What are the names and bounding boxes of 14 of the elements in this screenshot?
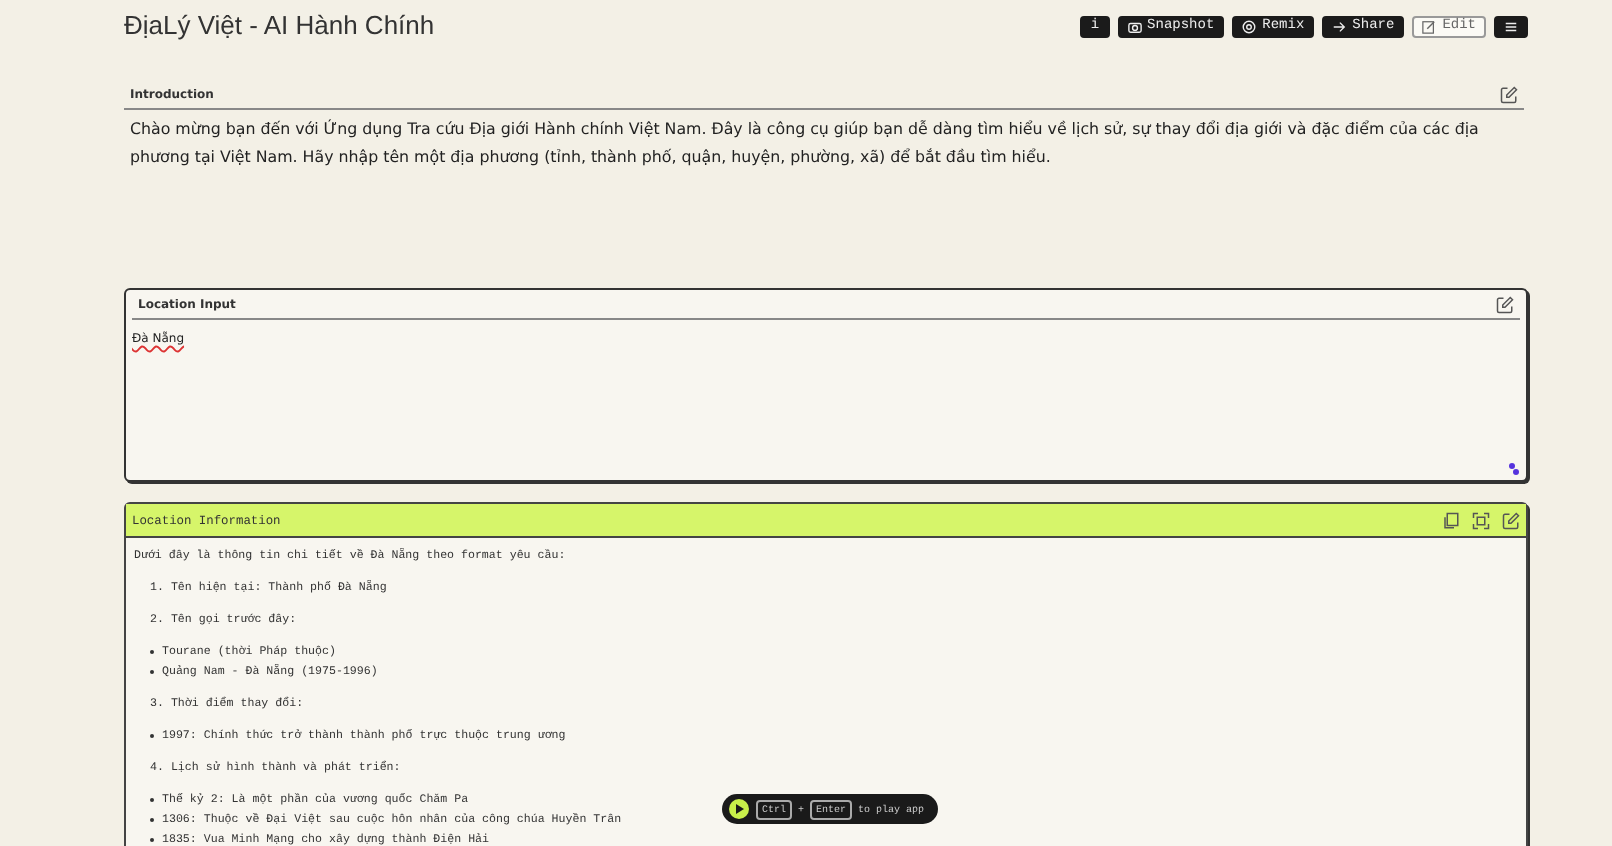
edit-icon[interactable]: [1500, 85, 1518, 103]
remix-icon: [1242, 19, 1257, 33]
edit-icon[interactable]: [1502, 511, 1520, 529]
resize-handle-icon[interactable]: [1508, 462, 1520, 476]
play-icon[interactable]: [728, 798, 750, 820]
camera-icon: [1127, 19, 1142, 33]
copy-icon[interactable]: [1442, 511, 1460, 529]
menu-button[interactable]: [1494, 15, 1528, 37]
menu-icon: [1504, 19, 1518, 33]
edit-icon[interactable]: [1496, 295, 1514, 313]
edit-icon: [1422, 19, 1437, 33]
expand-icon[interactable]: [1472, 511, 1490, 529]
app-title: ĐịaLý Việt - AI Hành Chính: [124, 9, 435, 39]
arrow-icon: [1332, 19, 1347, 33]
